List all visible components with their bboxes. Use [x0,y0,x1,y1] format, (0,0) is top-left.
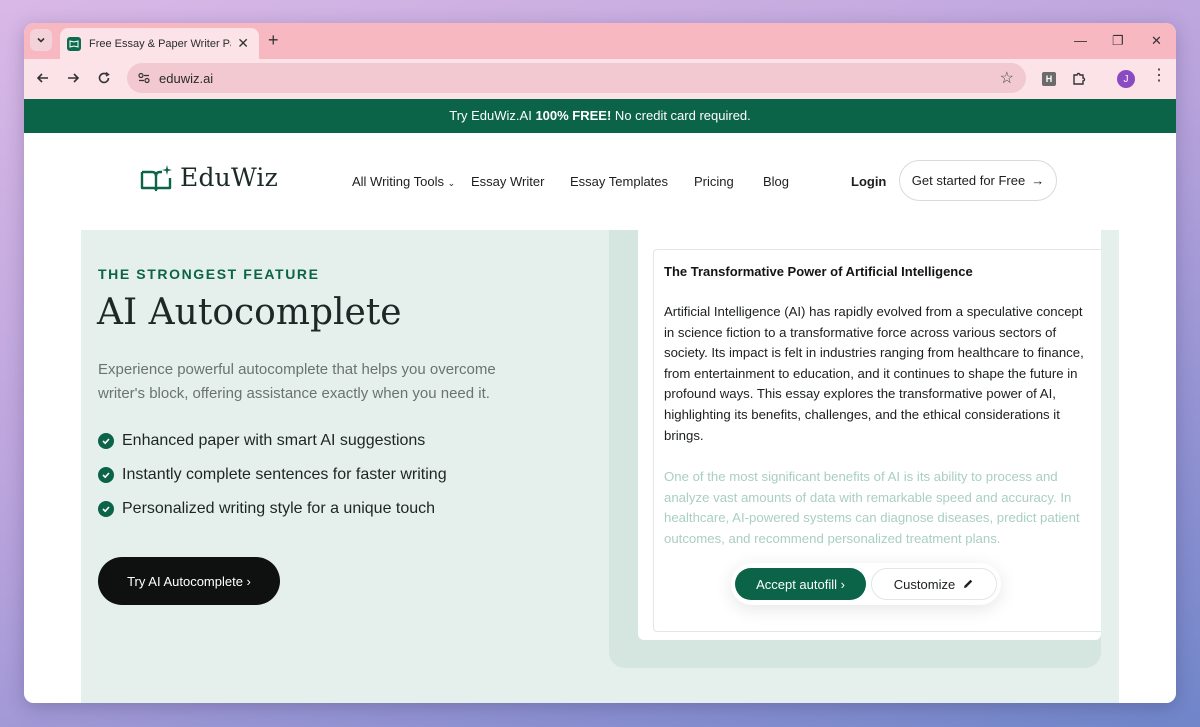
feature-text: Personalized writing style for a unique … [122,500,436,517]
close-window-icon[interactable]: ✕ [1151,33,1162,49]
check-circle-icon [98,467,114,483]
essay-paragraph: Artificial Intelligence (AI) has rapidly… [664,304,1084,443]
bookmark-star-icon[interactable]: ☆ [1000,68,1014,88]
profile-avatar[interactable]: J [1117,70,1135,88]
nav-link-essay-templates[interactable]: Essay Templates [570,174,668,189]
site-header: EduWiz All Writing Tools ⌄ Essay Writer … [24,133,1176,230]
feature-item: Personalized writing style for a unique … [98,500,435,518]
extension-h-icon[interactable]: H [1042,72,1056,86]
hero-eyebrow: THE STRONGEST FEATURE [98,266,320,282]
demo-editor-card: The Transformative Power of Artificial I… [638,230,1101,640]
feature-item: Instantly complete sentences for faster … [98,466,447,484]
essay-title: The Transformative Power of Artificial I… [664,264,973,279]
accept-autofill-button[interactable]: Accept autofill › [735,568,866,600]
arrow-right-icon [68,73,80,83]
feature-item: Enhanced paper with smart AI suggestions [98,432,425,450]
restore-icon[interactable]: ❐ [1112,33,1124,49]
reload-button[interactable] [94,68,114,88]
back-button[interactable] [33,68,53,88]
nav-link-blog[interactable]: Blog [763,174,789,189]
customize-button[interactable]: Customize [871,568,997,600]
autofill-action-bar: Accept autofill › Customize [731,563,1001,605]
site-settings-icon[interactable] [137,71,151,85]
promo-banner: Try EduWiz.AI 100% FREE! No credit card … [24,99,1176,133]
check-circle-icon [98,433,114,449]
tab-title: Free Essay & Paper Writer Paraphraser [89,37,231,50]
feature-text: Enhanced paper with smart AI suggestions [122,432,426,449]
browser-toolbar: eduwiz.ai ☆ H J ⋮ [24,59,1176,99]
chevron-down-icon: ⌄ [447,178,456,188]
eduwiz-logo[interactable]: EduWiz [140,163,278,192]
tab-strip: Free Essay & Paper Writer Paraphraser ✕ … [24,23,1176,59]
address-bar[interactable]: eduwiz.ai ☆ [127,63,1026,93]
nav-link-essay-writer[interactable]: Essay Writer [471,174,544,189]
autocomplete-suggestion: One of the most significant benefits of … [664,469,1080,546]
logo-text: EduWiz [180,163,278,192]
get-started-label: Get started for Free [911,173,1026,188]
login-link[interactable]: Login [851,174,886,189]
favicon-icon [67,36,81,51]
banner-bold: 100% FREE! [535,108,612,123]
url-text: eduwiz.ai [159,71,214,86]
pencil-icon [964,579,973,588]
try-ai-autocomplete-button[interactable]: Try AI Autocomplete › [98,557,280,605]
close-tab-icon[interactable]: ✕ [237,36,249,50]
forward-button[interactable] [63,68,83,88]
reload-icon [98,71,110,84]
arrow-left-icon [36,73,48,83]
nav-link-pricing[interactable]: Pricing [694,174,734,189]
banner-suffix: No credit card required. [611,108,751,123]
banner-prefix: Try EduWiz.AI [449,108,536,123]
hero-description: Experience powerful autocomplete that he… [98,361,496,402]
new-tab-button[interactable]: + [268,31,279,49]
browser-menu-icon[interactable]: ⋮ [1151,68,1167,84]
arrow-right-icon: → [1031,173,1045,188]
check-circle-icon [98,501,114,517]
chevron-down-icon [37,37,45,43]
customize-label: Customize [893,576,956,592]
browser-tab[interactable]: Free Essay & Paper Writer Paraphraser ✕ [60,28,259,59]
hero-title: AI Autocomplete [97,292,402,333]
page-content: Try EduWiz.AI 100% FREE! No credit card … [24,99,1176,703]
book-sparkle-icon [140,164,172,191]
nav-link-all-writing-tools[interactable]: All Writing Tools ⌄ [352,174,455,189]
browser-window: Free Essay & Paper Writer Paraphraser ✕ … [24,23,1176,703]
get-started-button[interactable]: Get started for Free → [899,160,1057,201]
tab-search-button[interactable] [30,29,52,51]
extensions-puzzle-icon[interactable] [1071,70,1087,86]
hero-section: THE STRONGEST FEATURE AI Autocomplete Ex… [81,230,1119,703]
feature-text: Instantly complete sentences for faster … [122,466,447,483]
minimize-icon[interactable]: — [1074,33,1087,48]
nav-link-label: All Writing Tools [352,174,444,189]
